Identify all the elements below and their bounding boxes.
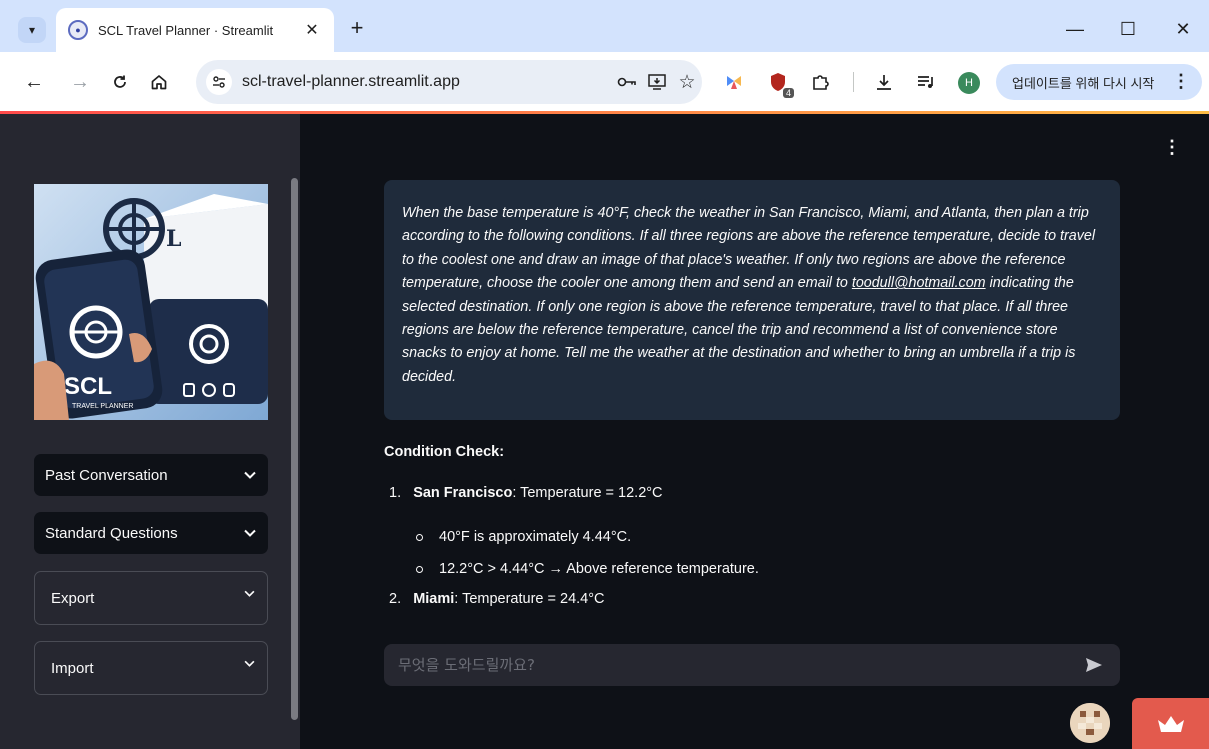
expander-label: Past Conversation	[45, 466, 168, 484]
extension-shield-icon[interactable]: 4	[764, 68, 794, 98]
user-avatar[interactable]	[1070, 703, 1110, 743]
chat-input-box[interactable]	[384, 644, 1120, 686]
maximize-button[interactable]: ☐	[1113, 14, 1143, 44]
url-text: scl-travel-planner.streamlit.app	[242, 73, 460, 90]
media-queue-icon[interactable]	[912, 68, 940, 96]
expander-past-conversation[interactable]: Past Conversation	[34, 454, 268, 496]
update-label: 업데이트를 위해 다시 시작	[1012, 75, 1155, 91]
city-name: Miami	[413, 591, 455, 607]
expander-label: Export	[51, 589, 95, 607]
kebab-menu-icon: ⋮	[1172, 71, 1190, 91]
profile-avatar[interactable]: H	[958, 72, 980, 94]
restart-update-button[interactable]: 업데이트를 위해 다시 시작 ⋮	[996, 64, 1202, 100]
sub-list-item: 40°F is approximately 4.44°C.	[416, 529, 631, 545]
logo-tagline-text: TRAVEL PLANNER	[72, 403, 133, 410]
send-icon[interactable]	[1082, 653, 1106, 677]
chevron-down-icon	[244, 656, 255, 670]
back-arrow-icon[interactable]: ←	[20, 68, 48, 96]
address-bar[interactable]: scl-travel-planner.streamlit.app ☆	[196, 60, 702, 104]
logo-brand-text: SCL	[64, 373, 112, 400]
assistant-message: Condition Check: 1. San Francisco: Tempe…	[384, 440, 1120, 607]
streamlit-crown-badge[interactable]	[1132, 698, 1209, 749]
expander-label: Standard Questions	[45, 524, 178, 542]
extension-colorful-icon[interactable]	[720, 68, 748, 96]
sub-list-item: 12.2°C > 4.44°C → Above reference temper…	[416, 561, 759, 577]
main-menu-kebab-icon[interactable]: ⋮	[1163, 136, 1181, 158]
expander-label: Import	[51, 659, 94, 677]
tab-title: SCL Travel Planner · Streamlit	[98, 22, 274, 38]
expander-export[interactable]: Export	[34, 571, 268, 625]
expander-import[interactable]: Import	[34, 641, 268, 695]
svg-text:L: L	[166, 226, 181, 252]
bullet-circle-icon	[416, 533, 423, 541]
chevron-down-icon: ▾	[28, 23, 36, 37]
chevron-down-icon	[244, 526, 256, 540]
tab-search-button[interactable]: ▾	[18, 17, 46, 43]
home-icon[interactable]	[145, 68, 173, 96]
crown-icon	[1157, 715, 1184, 732]
city-name: San Francisco	[413, 485, 513, 501]
install-app-icon[interactable]	[642, 67, 672, 97]
browser-tab[interactable]: ● SCL Travel Planner · Streamlit ✕	[56, 8, 334, 52]
close-window-button[interactable]: ✕	[1168, 14, 1198, 44]
tab-close-icon[interactable]: ✕	[302, 20, 322, 40]
expander-standard-questions[interactable]: Standard Questions	[34, 512, 268, 554]
extension-badge: 4	[782, 88, 794, 98]
download-icon[interactable]	[870, 68, 898, 96]
answer-heading: Condition Check:	[384, 444, 505, 460]
list-item: 2. Miami: Temperature = 24.4°C	[389, 591, 605, 607]
minimize-button[interactable]: —	[1060, 14, 1090, 44]
chat-input[interactable]	[398, 656, 1082, 674]
site-settings-icon[interactable]	[206, 69, 232, 95]
bookmark-star-icon[interactable]: ☆	[672, 67, 702, 97]
email-link[interactable]: toodull@hotmail.com	[852, 275, 986, 291]
new-tab-button[interactable]: +	[345, 16, 369, 40]
streamlit-favicon-icon: ●	[68, 20, 88, 40]
chevron-down-icon	[244, 468, 256, 482]
chevron-down-icon	[244, 586, 255, 600]
user-message-text: When the base temperature is 40°F, check…	[402, 205, 1096, 385]
app-logo-image: L SCL TRAVEL PLANNER	[34, 184, 268, 420]
toolbar-divider	[853, 72, 854, 92]
extensions-puzzle-icon[interactable]	[806, 68, 834, 96]
bullet-circle-icon	[416, 565, 423, 573]
browser-toolbar: ← → scl-travel-planner.streamlit.app ☆ 4…	[0, 52, 1209, 112]
list-item: 1. San Francisco: Temperature = 12.2°C	[389, 485, 663, 501]
sidebar-scrollbar[interactable]	[291, 178, 298, 720]
key-icon[interactable]	[612, 67, 642, 97]
browser-tab-bar: ▾ ● SCL Travel Planner · Streamlit ✕ + —…	[0, 0, 1209, 52]
forward-arrow-icon[interactable]: →	[66, 68, 94, 96]
sidebar: L SCL TRAVEL PLANNER Past Conversation S…	[0, 114, 300, 749]
user-message-bubble: When the base temperature is 40°F, check…	[384, 180, 1120, 420]
reload-icon[interactable]	[106, 68, 134, 96]
